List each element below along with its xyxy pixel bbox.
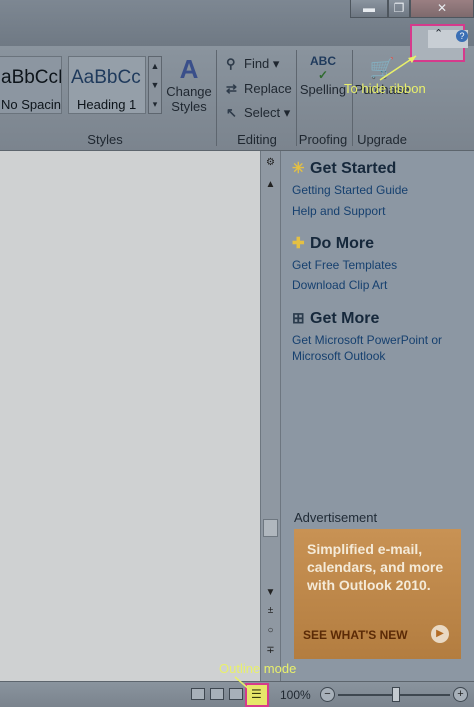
group-divider: [352, 50, 353, 146]
spelling-button[interactable]: ABC ✓ Spelling: [298, 54, 348, 98]
restore-button[interactable]: ❐: [388, 0, 410, 18]
spelling-label: Spelling: [299, 82, 347, 97]
replace-label: Replace: [244, 81, 292, 96]
outline-mode-annotation: Outline mode: [219, 661, 297, 676]
style-preview: aBbCcDd: [1, 67, 61, 88]
group-divider: [216, 50, 217, 146]
select-button[interactable]: ↖ Select ▾: [226, 105, 290, 121]
style-preview: AaBbCc: [71, 67, 141, 88]
ad-cta: SEE WHAT'S NEW: [303, 628, 408, 642]
replace-button[interactable]: ⇄ Replace: [226, 81, 292, 97]
section-title: Get Started: [310, 160, 397, 177]
task-pane: ✳ Get Started Getting Started Guide Help …: [281, 151, 474, 681]
find-label: Find: [244, 56, 270, 71]
next-page-icon[interactable]: ∓: [263, 643, 278, 658]
do-more-heading: ✚ Do More: [292, 234, 374, 253]
style-name: Heading 1: [77, 97, 137, 112]
previous-page-icon[interactable]: ±: [263, 603, 278, 618]
browse-object-icon[interactable]: ○: [263, 623, 278, 638]
annotation-arrow: [234, 676, 251, 691]
upgrade-group-label: Upgrade: [357, 132, 407, 147]
change-styles-label: Change Styles: [166, 84, 212, 114]
select-label: Select: [244, 105, 281, 120]
sparkle-icon: ✳: [292, 160, 305, 177]
style-heading-1[interactable]: AaBbCc Heading 1: [68, 56, 146, 114]
zoom-slider-thumb[interactable]: [392, 687, 400, 702]
cart-icon: ⊞: [292, 310, 305, 327]
scroll-thumb[interactable]: [263, 519, 278, 537]
zoom-in-icon[interactable]: +: [453, 687, 468, 702]
annotation-arrow: [379, 55, 417, 81]
plus-icon: ✚: [292, 235, 305, 252]
clip-art-link[interactable]: Download Clip Art: [292, 277, 387, 293]
ad-text: Simplified e-mail, calendars, and more w…: [307, 541, 444, 593]
styles-group-label: Styles: [87, 132, 123, 147]
style-no-spacing[interactable]: aBbCcDd No Spacing: [0, 56, 62, 114]
replace-icon: ⇄: [226, 81, 237, 96]
spelling-icon: ABC ✓: [310, 54, 336, 82]
minimize-button[interactable]: ▬: [350, 0, 388, 18]
cursor-icon: ↖: [226, 105, 237, 120]
change-styles-button[interactable]: A Change Styles: [166, 54, 212, 114]
section-title: Get More: [310, 310, 380, 327]
section-title: Do More: [310, 235, 374, 252]
find-button[interactable]: ⚲ Find ▾: [226, 56, 279, 72]
vertical-scrollbar[interactable]: ⚙ ▲ ▼ ± ○ ∓: [260, 151, 280, 681]
ruler-toggle-icon[interactable]: ⚙: [263, 155, 278, 170]
get-started-heading: ✳ Get Started: [292, 159, 396, 178]
get-more-heading: ⊞ Get More: [292, 309, 379, 328]
print-layout-view-icon[interactable]: [191, 688, 205, 700]
binoculars-icon: ⚲: [226, 56, 236, 71]
outlook-link[interactable]: Microsoft Outlook: [292, 348, 385, 364]
title-bar: ▬ ❐ ✕: [0, 0, 474, 46]
close-button[interactable]: ✕: [410, 0, 474, 18]
change-styles-icon: A: [179, 54, 199, 84]
style-name: No Spacing: [1, 97, 62, 112]
getting-started-link[interactable]: Getting Started Guide: [292, 182, 408, 198]
scroll-down-icon[interactable]: ▼: [263, 585, 278, 600]
outlook-ad[interactable]: Simplified e-mail, calendars, and more w…: [294, 529, 461, 659]
zoom-out-icon[interactable]: −: [320, 687, 335, 702]
proofing-group-label: Proofing: [298, 132, 348, 147]
help-icon[interactable]: ?: [456, 30, 468, 42]
document-area[interactable]: [0, 151, 260, 681]
zoom-level[interactable]: 100%: [280, 688, 311, 702]
styles-scroll-arrows[interactable]: ▲ ▼ ▾: [148, 56, 162, 114]
play-arrow-icon: ▶: [431, 625, 449, 643]
scroll-up-icon[interactable]: ▲: [263, 177, 278, 192]
collapse-ribbon-button[interactable]: ⌃: [434, 27, 443, 40]
powerpoint-outlook-link[interactable]: Get Microsoft PowerPoint or: [292, 332, 442, 348]
editing-group-label: Editing: [237, 132, 277, 147]
advertisement-label: Advertisement: [294, 510, 378, 525]
help-support-link[interactable]: Help and Support: [292, 203, 385, 219]
group-divider: [296, 50, 297, 146]
free-templates-link[interactable]: Get Free Templates: [292, 257, 397, 273]
full-screen-view-icon[interactable]: [210, 688, 224, 700]
